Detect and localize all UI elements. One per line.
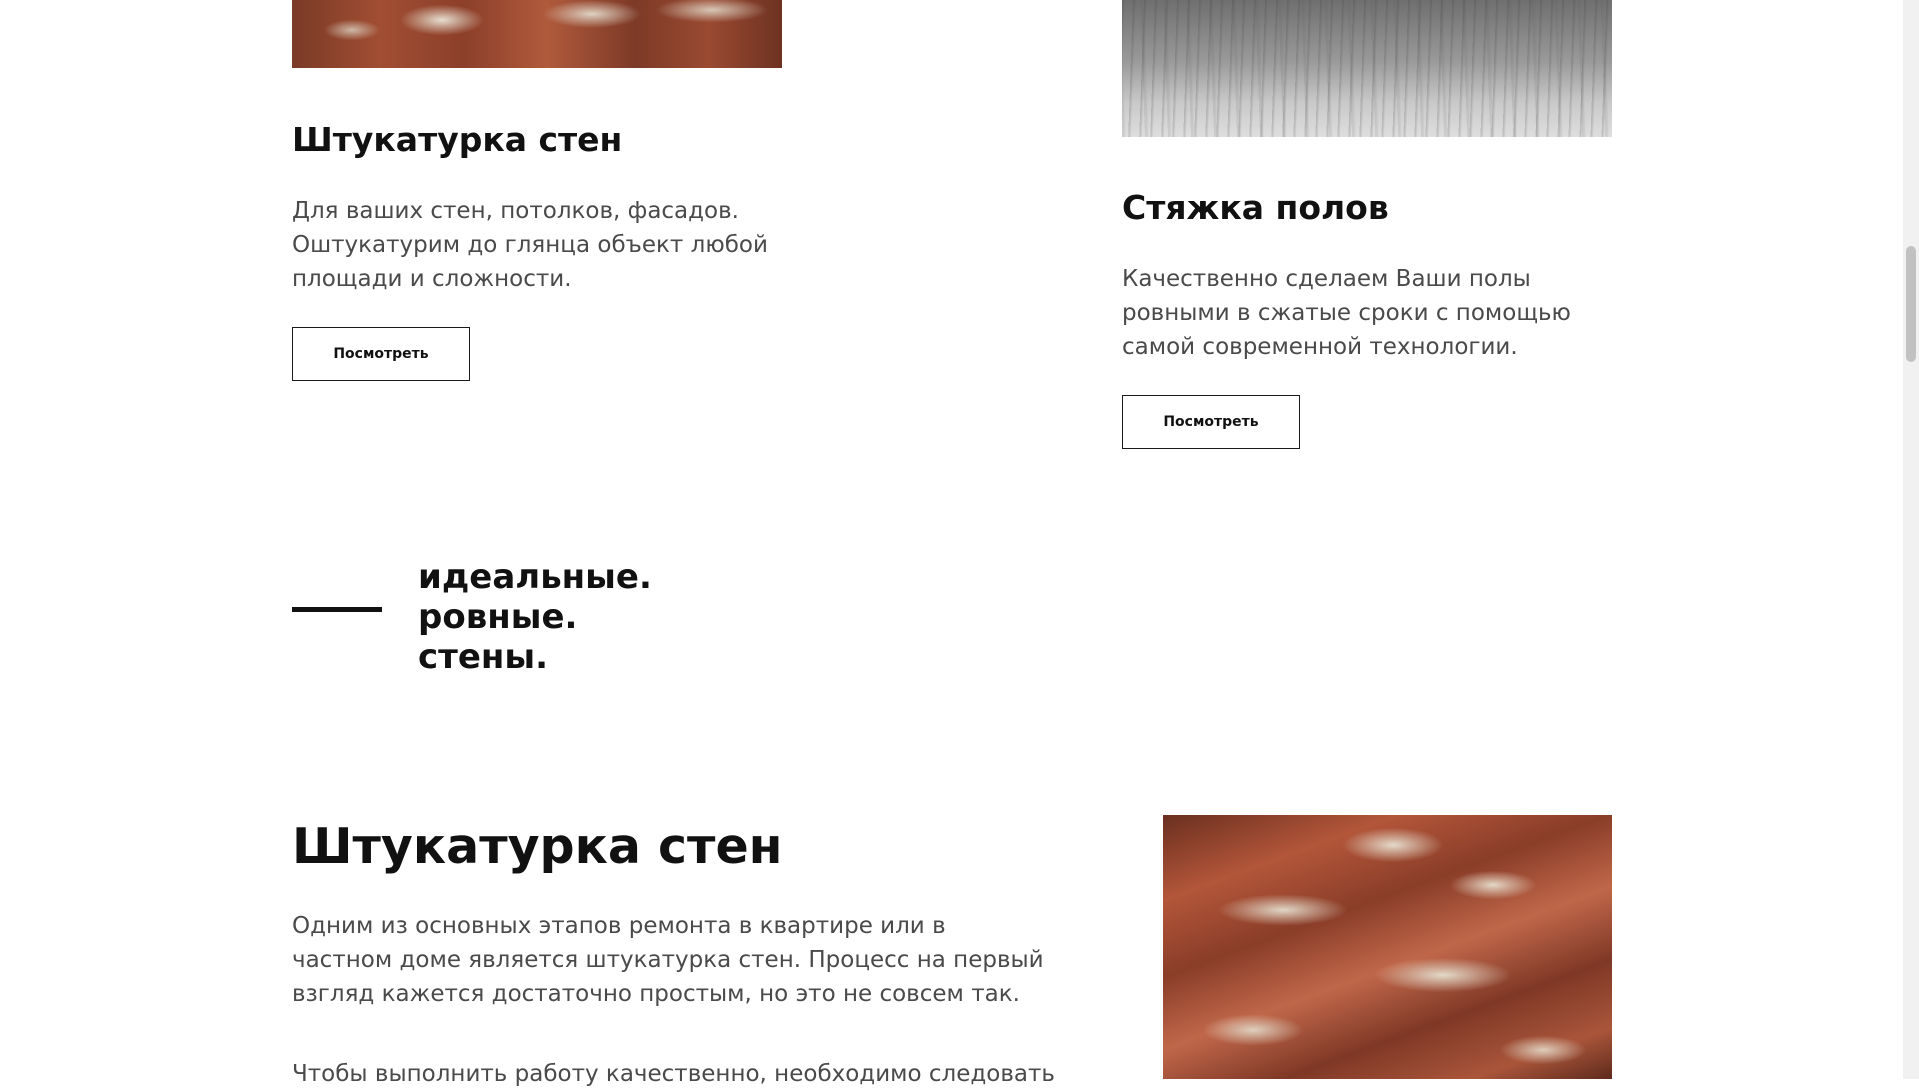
card-title-floor: Стяжка полов (1122, 188, 1389, 227)
card-title-plaster: Штукатурка стен (292, 120, 623, 159)
card-description-plaster: Для ваших стен, потолков, фасадов. Оштук… (292, 198, 768, 292)
view-plaster-button[interactable]: Посмотреть (292, 327, 470, 381)
slogan-line-2: ровные. (418, 597, 578, 637)
slogan-line-1: идеальные. (418, 557, 652, 597)
slogan-divider (292, 607, 382, 612)
wood-floor-photo (1122, 0, 1612, 137)
section-paragraph-1: Одним из основных этапов ремонта в кварт… (292, 913, 1044, 1007)
brick-plaster-photo (292, 0, 782, 68)
section-paragraph-2: Чтобы выполнить работу качественно, необ… (292, 1061, 1055, 1087)
brick-plaster-closeup-photo (1163, 815, 1612, 1079)
slogan: идеальные. ровные. стены. (418, 557, 652, 677)
page-scrollbar[interactable] (1903, 0, 1919, 1079)
view-floor-button[interactable]: Посмотреть (1122, 395, 1300, 449)
scrollbar-thumb[interactable] (1906, 246, 1916, 362)
card-description-floor: Качественно сделаем Ваши полы ровными в … (1122, 266, 1571, 360)
slogan-line-3: стены. (418, 637, 549, 677)
section-title-plaster: Штукатурка стен (292, 818, 783, 875)
